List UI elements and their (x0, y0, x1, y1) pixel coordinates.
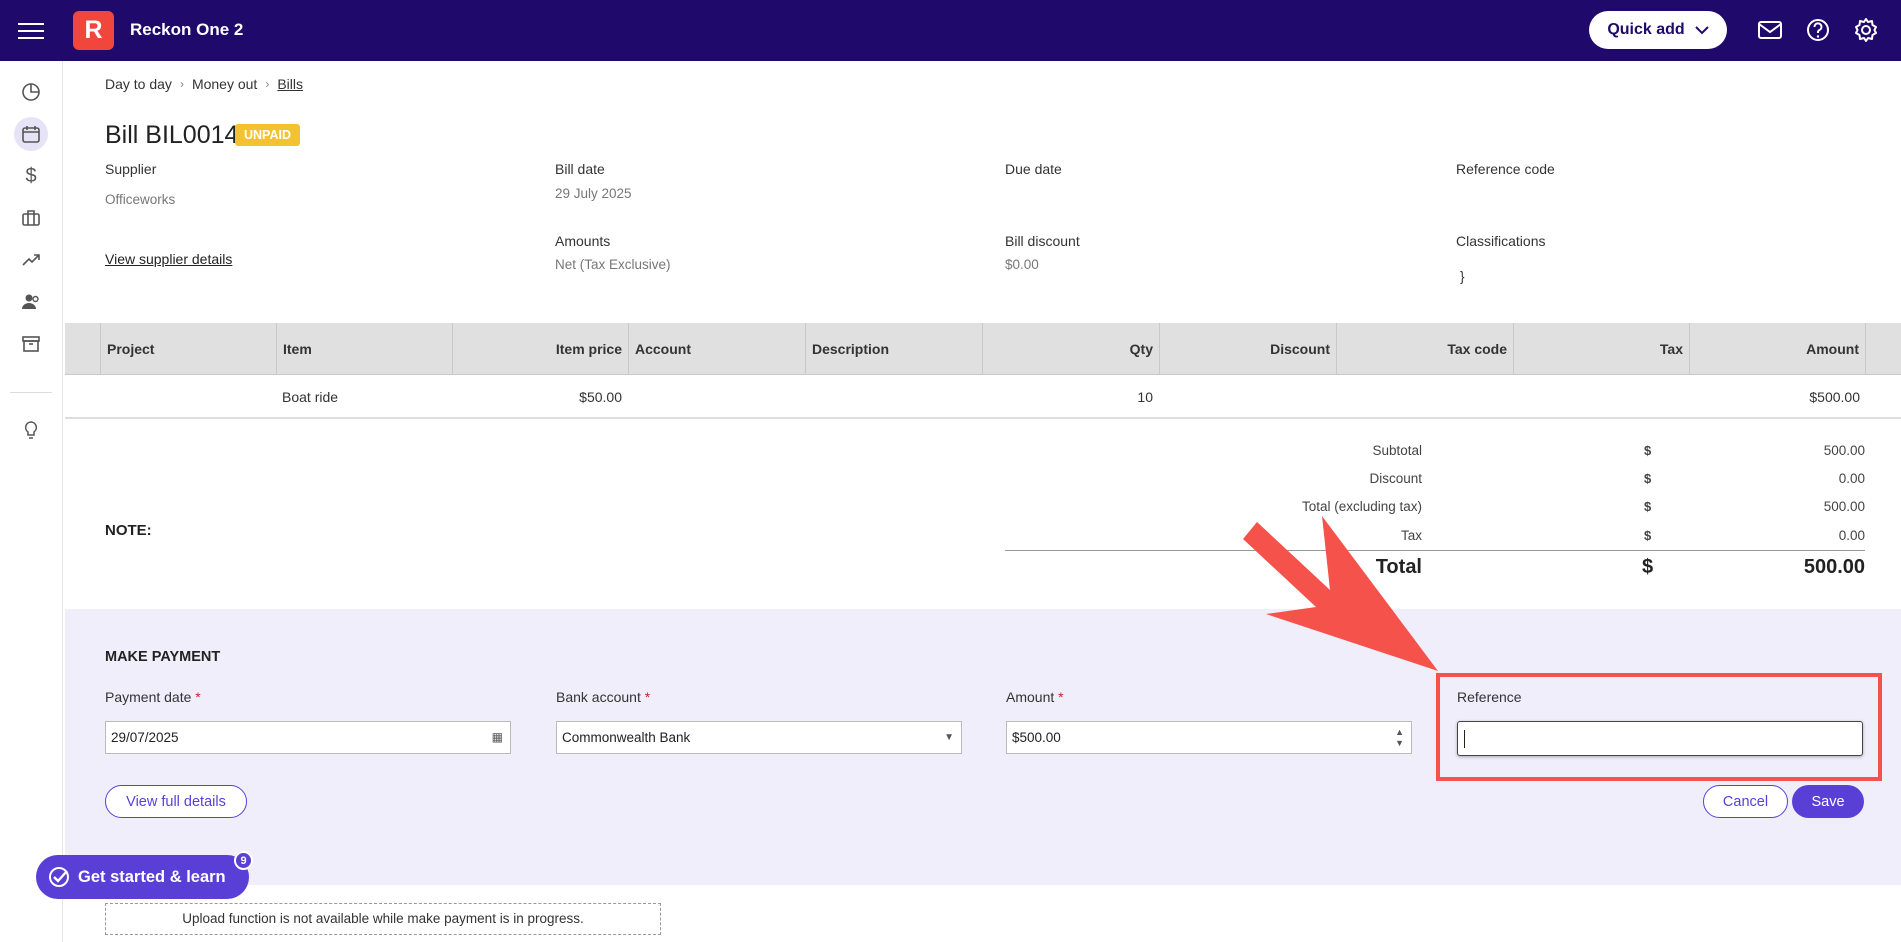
text-caret (1464, 730, 1465, 748)
quick-add-button[interactable]: Quick add (1589, 11, 1727, 49)
column-header-account: Account (628, 323, 805, 375)
quick-add-label: Quick add (1607, 21, 1685, 38)
breadcrumb-bills[interactable]: Bills (277, 76, 303, 92)
dashboard-icon[interactable] (14, 75, 48, 109)
column-header-tax-code: Tax code (1336, 323, 1513, 375)
due-date-label: Due date (1005, 161, 1062, 177)
amounts-label: Amounts (555, 233, 611, 249)
supplier-value: Officeworks (105, 192, 176, 207)
dollar-icon[interactable]: $ (14, 159, 48, 193)
notification-count-badge: 9 (234, 851, 253, 870)
view-supplier-details-link[interactable]: View supplier details (105, 251, 232, 267)
upload-disabled-note: Upload function is not available while m… (105, 903, 661, 935)
cell-item-price: $50.00 (579, 389, 622, 405)
column-header-item: Item (276, 323, 452, 375)
supplier-label: Supplier (105, 161, 157, 177)
mail-icon[interactable] (1757, 17, 1783, 43)
get-started-button[interactable]: Get started & learn (36, 855, 249, 899)
check-circle-icon (49, 867, 69, 887)
cell-qty: 10 (1137, 389, 1153, 405)
top-bar: R Reckon One 2 Quick add (0, 0, 1901, 61)
reference-label: Reference (1457, 689, 1522, 705)
lightbulb-icon[interactable] (14, 413, 48, 447)
tax-value: 0.00 (1838, 528, 1865, 543)
amount-input[interactable]: $500.00 ▲ ▼ (1006, 721, 1412, 754)
discount-currency: $ (1644, 471, 1652, 486)
reference-input[interactable] (1457, 721, 1863, 756)
total-excluding-tax-currency: $ (1644, 499, 1652, 514)
make-payment-title: MAKE PAYMENT (105, 649, 221, 665)
breadcrumb-money-out[interactable]: Money out (192, 76, 257, 92)
archive-icon[interactable] (14, 327, 48, 361)
breadcrumb: Day to day › Money out › Bills (105, 76, 303, 92)
classifications-value: } (1460, 269, 1465, 284)
view-full-details-button[interactable]: View full details (105, 785, 247, 818)
subtotal-value: 500.00 (1823, 443, 1865, 458)
column-header-item-price: Item price (452, 323, 628, 375)
total-excluding-tax-value: 500.00 (1823, 499, 1865, 514)
amounts-value: Net (Tax Exclusive) (555, 257, 671, 272)
sidebar-divider (10, 392, 52, 393)
column-header-discount: Discount (1159, 323, 1336, 375)
bill-discount-value: $0.00 (1005, 257, 1039, 272)
chevron-down-icon (1694, 26, 1709, 35)
cell-item: Boat ride (282, 389, 339, 405)
classifications-label: Classifications (1456, 233, 1546, 249)
bank-account-select[interactable]: Commonwealth Bank ▼ (556, 721, 962, 754)
calendar-icon[interactable]: ▦ (492, 722, 503, 753)
breadcrumb-day-to-day[interactable]: Day to day (105, 76, 172, 92)
cell-amount: $500.00 (1809, 389, 1860, 405)
sidebar: $ (0, 61, 63, 942)
chevron-right-icon: › (265, 77, 270, 91)
dropdown-arrow-icon: ▼ (944, 732, 954, 743)
app-logo[interactable]: R (73, 11, 114, 50)
reference-code-label: Reference code (1456, 161, 1555, 177)
tax-currency: $ (1644, 528, 1652, 543)
subtotal-label: Subtotal (1372, 443, 1422, 458)
save-button[interactable]: Save (1792, 785, 1864, 818)
payment-date-value: 29/07/2025 (111, 730, 179, 745)
people-icon[interactable] (14, 285, 48, 319)
annotation-arrow (1243, 516, 1438, 671)
bank-account-label: Bank account * (556, 689, 651, 705)
table-row[interactable]: Boat ride $50.00 10 $500.00 (65, 375, 1901, 419)
table-header: Project Item Item price Account Descript… (65, 323, 1901, 375)
column-header-project: Project (100, 323, 276, 375)
total-currency: $ (1642, 556, 1654, 578)
briefcase-icon[interactable] (14, 201, 48, 235)
page-title: Bill BIL0014 (105, 121, 239, 149)
app-title: Reckon One 2 (130, 20, 244, 39)
make-payment-panel: MAKE PAYMENT Payment date * 29/07/2025 ▦… (65, 609, 1901, 885)
cancel-button[interactable]: Cancel (1703, 785, 1788, 818)
bill-date-value: 29 July 2025 (555, 186, 632, 201)
main-content: Day to day › Money out › Bills Bill BIL0… (64, 61, 1901, 942)
stepper-icon[interactable]: ▲ ▼ (1395, 727, 1404, 749)
amount-label: Amount * (1006, 689, 1064, 705)
discount-label: Discount (1369, 471, 1422, 486)
settings-icon[interactable] (1853, 17, 1879, 43)
discount-value: 0.00 (1838, 471, 1865, 486)
chevron-right-icon: › (179, 77, 184, 91)
bank-account-value: Commonwealth Bank (562, 730, 691, 745)
payment-date-label: Payment date * (105, 689, 201, 705)
calendar-icon[interactable] (14, 117, 48, 151)
total-value: 500.00 (1803, 556, 1865, 578)
column-header-amount: Amount (1689, 323, 1866, 375)
subtotal-currency: $ (1644, 443, 1652, 458)
amount-value: $500.00 (1012, 730, 1061, 745)
bill-date-label: Bill date (555, 161, 605, 177)
trending-icon[interactable] (14, 243, 48, 277)
get-started-label: Get started & learn (78, 867, 226, 886)
payment-date-input[interactable]: 29/07/2025 ▦ (105, 721, 511, 754)
note-label: NOTE: (105, 522, 152, 539)
bill-discount-label: Bill discount (1005, 233, 1080, 249)
help-icon[interactable] (1805, 17, 1831, 43)
column-header-description: Description (805, 323, 982, 375)
column-header-tax: Tax (1513, 323, 1689, 375)
status-badge: UNPAID (235, 124, 300, 146)
column-header-qty: Qty (982, 323, 1159, 375)
menu-icon[interactable] (18, 18, 44, 42)
